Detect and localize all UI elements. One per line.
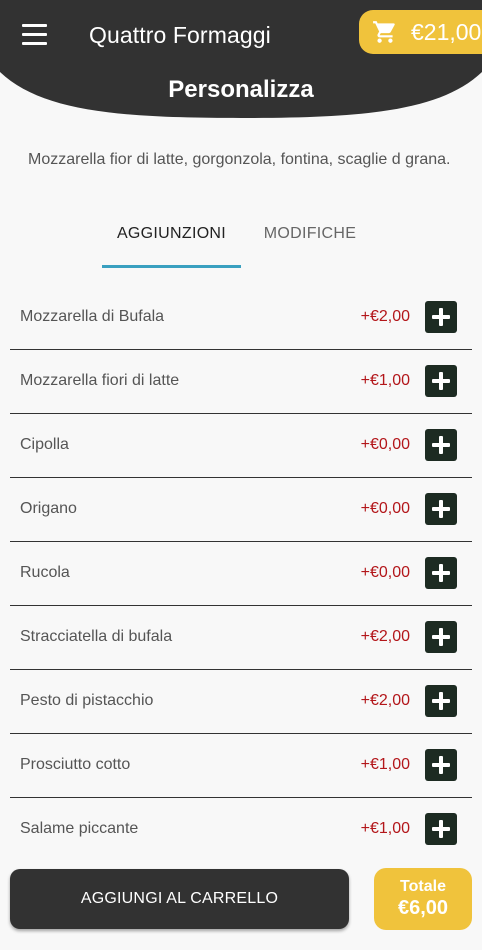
add-button[interactable]: [425, 749, 457, 781]
list-item: Prosciutto cotto +€1,00: [10, 734, 472, 798]
item-name: Prosciutto cotto: [20, 756, 131, 773]
total-label: Totale: [400, 878, 446, 895]
item-price: +€2,00: [360, 692, 410, 709]
page-title: Personalizza: [168, 76, 314, 103]
list-item: Mozzarella fiori di latte +€1,00: [10, 350, 472, 414]
item-name: Cipolla: [20, 436, 69, 453]
item-name: Rucola: [20, 564, 70, 581]
list-item: Stracciatella di bufala +€2,00: [10, 606, 472, 670]
tab-modifiche[interactable]: MODIFICHE: [250, 222, 370, 266]
list-item: Rucola +€0,00: [10, 542, 472, 606]
item-name: Pesto di pistacchio: [20, 692, 154, 709]
menu-button[interactable]: [22, 24, 48, 46]
add-button[interactable]: [425, 813, 457, 845]
addon-list: Mozzarella di Bufala +€2,00 Mozzarella f…: [10, 286, 472, 861]
item-price: +€1,00: [360, 820, 410, 837]
item-name: Mozzarella fiori di latte: [20, 372, 180, 389]
add-to-cart-button[interactable]: AGGIUNGI AL CARRELLO: [10, 869, 349, 929]
menu-icon: [22, 24, 47, 27]
total-value: €6,00: [397, 897, 449, 919]
item-price: +€0,00: [360, 436, 410, 453]
list-item: Salame piccante +€1,00: [10, 798, 472, 861]
item-price: +€1,00: [360, 756, 410, 773]
item-price: +€2,00: [360, 628, 410, 645]
active-tab-indicator: [102, 265, 241, 268]
item-price: +€2,00: [360, 308, 410, 325]
list-item: Pesto di pistacchio +€2,00: [10, 670, 472, 734]
add-button[interactable]: [425, 621, 457, 653]
add-button[interactable]: [425, 557, 457, 589]
item-price: +€0,00: [360, 564, 410, 581]
item-name: Origano: [20, 500, 77, 517]
tab-bar: AGGIUNZIONI MODIFICHE: [0, 222, 482, 268]
list-item: Cipolla +€0,00: [10, 414, 472, 478]
item-price: +€0,00: [360, 500, 410, 517]
item-price: +€1,00: [360, 372, 410, 389]
add-button[interactable]: [425, 429, 457, 461]
item-name: Salame piccante: [20, 820, 139, 837]
total-badge: Totale €6,00: [374, 868, 472, 930]
add-button[interactable]: [425, 685, 457, 717]
cart-button[interactable]: €21,00: [359, 10, 482, 54]
item-name: Mozzarella di Bufala: [20, 308, 165, 325]
add-button[interactable]: [425, 365, 457, 397]
add-button[interactable]: [425, 301, 457, 333]
add-button[interactable]: [425, 493, 457, 525]
list-item: Origano +€0,00: [10, 478, 472, 542]
tab-aggiunzioni[interactable]: AGGIUNZIONI: [102, 222, 241, 266]
item-name: Stracciatella di bufala: [20, 628, 173, 645]
cart-amount: €21,00: [411, 19, 482, 45]
list-item: Mozzarella di Bufala +€2,00: [10, 286, 472, 350]
pizza-description: Mozzarella fior di latte, gorgonzola, fo…: [28, 151, 451, 168]
app-title: Quattro Formaggi: [89, 22, 271, 48]
cart-icon: [373, 21, 395, 43]
